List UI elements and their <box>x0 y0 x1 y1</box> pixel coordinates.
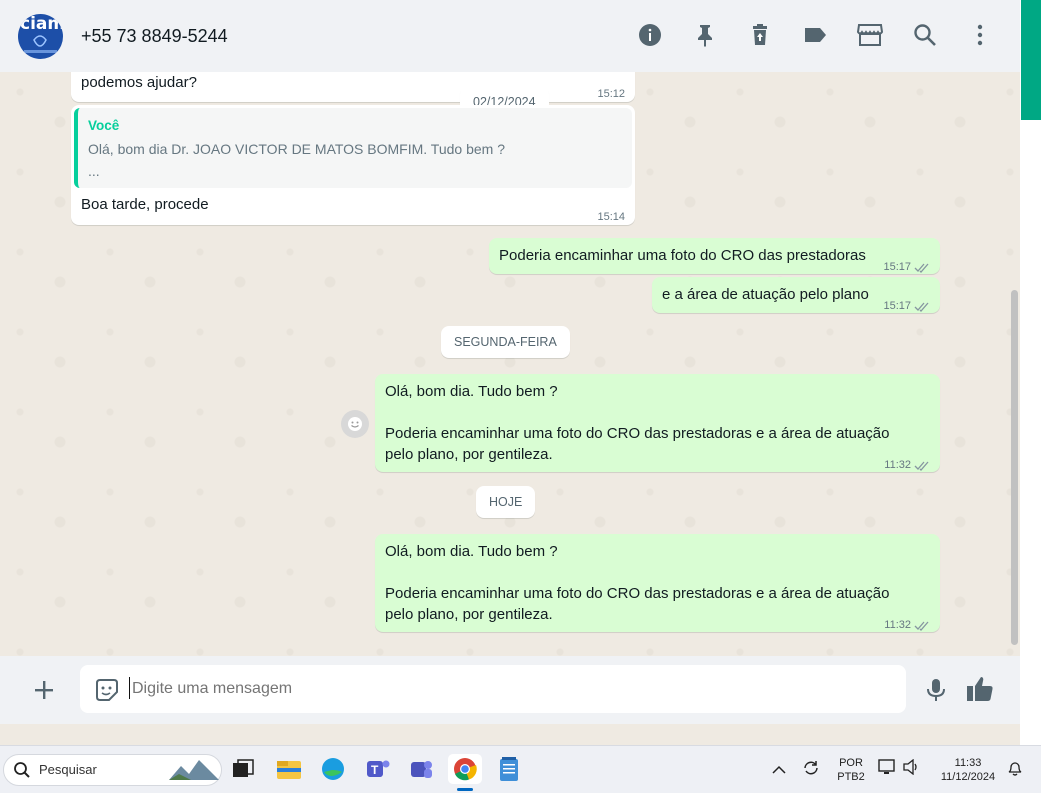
message-text-line: pelo plano, por gentileza. <box>385 606 553 623</box>
chat-scrollbar[interactable] <box>1011 290 1018 645</box>
sync-icon[interactable] <box>801 758 821 783</box>
smiley-icon <box>348 417 362 431</box>
message-text: Poderia encaminhar uma foto do CRO das p… <box>499 247 866 264</box>
message-time: 15:17 <box>883 300 911 312</box>
edge-icon[interactable] <box>318 754 348 784</box>
message-text-line: Poderia encaminhar uma foto do CRO das p… <box>385 425 890 442</box>
chrome-icon[interactable] <box>448 754 482 784</box>
mountain-highlight-icon <box>169 760 219 780</box>
thumbs-up-icon[interactable] <box>965 675 995 708</box>
date-chip: HOJE <box>476 486 536 518</box>
composer-bar <box>0 656 1020 724</box>
notification-icon[interactable] <box>1006 759 1024 782</box>
message-text: podemos ajudar? <box>81 74 197 91</box>
pin-icon[interactable] <box>692 22 718 48</box>
menu-icon[interactable] <box>967 22 993 48</box>
notepad-icon[interactable] <box>494 754 524 784</box>
windows-taskbar: Pesquisar T POR PTB2 11:33 11/12/2024 <box>0 745 1041 793</box>
contact-name[interactable]: +55 73 8849-5244 <box>81 26 228 47</box>
message-input[interactable] <box>132 675 872 703</box>
clock[interactable]: 11:33 11/12/2024 <box>934 756 1002 784</box>
microphone-icon[interactable] <box>925 677 947 708</box>
clock-date: 11/12/2024 <box>940 771 996 783</box>
emoji-reaction-button[interactable] <box>341 410 369 438</box>
active-app-indicator <box>457 788 473 791</box>
chevron-up-icon[interactable] <box>772 762 786 780</box>
read-ticks-icon <box>914 302 929 312</box>
quoted-ellipsis: ... <box>88 163 100 179</box>
incoming-message[interactable]: podemos ajudar? 15:12 <box>71 72 635 102</box>
svg-text:T: T <box>371 763 379 777</box>
outgoing-message[interactable]: e a área de atuação pelo plano 15:17 <box>652 277 940 313</box>
taskbar-search[interactable]: Pesquisar <box>3 754 222 786</box>
message-text-line: Olá, bom dia. Tudo bem ? <box>385 383 558 400</box>
search-icon <box>14 762 30 778</box>
clock-time: 11:33 <box>954 757 982 769</box>
keyboard-layout: PTB2 <box>837 771 865 783</box>
message-text: Boa tarde, procede <box>81 196 209 213</box>
message-time: 15:17 <box>883 261 911 273</box>
attach-plus-icon[interactable] <box>30 676 58 704</box>
read-ticks-icon <box>914 263 929 273</box>
avatar-logo-graphic <box>24 35 57 53</box>
network-icon[interactable] <box>878 758 896 781</box>
catalog-icon[interactable] <box>857 22 883 48</box>
chat-header: ciam +55 73 8849-5244 <box>0 0 1020 73</box>
teams-icon[interactable] <box>406 754 436 784</box>
read-ticks-icon <box>914 621 929 631</box>
conversation-panel: podemos ajudar? 15:12 02/12/2024 Você Ol… <box>0 72 1020 656</box>
message-time: 11:32 <box>884 459 911 471</box>
language-code: POR <box>839 757 863 769</box>
outgoing-message[interactable]: Poderia encaminhar uma foto do CRO das p… <box>489 238 940 274</box>
language-indicator[interactable]: POR PTB2 <box>834 756 868 784</box>
task-view-icon[interactable] <box>228 754 258 784</box>
accent-bar <box>1021 0 1041 120</box>
message-time: 11:32 <box>884 619 911 631</box>
message-text-line: Olá, bom dia. Tudo bem ? <box>385 543 558 560</box>
label-icon[interactable] <box>802 22 828 48</box>
info-icon[interactable] <box>637 22 663 48</box>
outgoing-message[interactable]: Olá, bom dia. Tudo bem ? Poderia encamin… <box>375 374 940 472</box>
search-label: Pesquisar <box>39 762 97 777</box>
window-side-strip <box>1020 0 1041 745</box>
message-text: e a área de atuação pelo plano <box>662 286 869 303</box>
read-ticks-icon <box>914 461 929 471</box>
search-icon[interactable] <box>912 22 938 48</box>
volume-icon[interactable] <box>902 758 920 780</box>
message-text-line: Poderia encaminhar uma foto do CRO das p… <box>385 585 890 602</box>
teams-work-icon[interactable]: T <box>363 754 393 784</box>
contact-avatar[interactable]: ciam <box>18 14 63 59</box>
message-text-line: pelo plano, por gentileza. <box>385 446 553 463</box>
quoted-author: Você <box>88 118 120 133</box>
delete-icon[interactable] <box>747 22 773 48</box>
outgoing-message[interactable]: Olá, bom dia. Tudo bem ? Poderia encamin… <box>375 534 940 632</box>
text-caret <box>129 677 130 699</box>
file-explorer-icon[interactable] <box>274 754 304 784</box>
quoted-message[interactable]: Você Olá, bom dia Dr. JOAO VICTOR DE MAT… <box>74 108 632 188</box>
incoming-message-reply[interactable]: Você Olá, bom dia Dr. JOAO VICTOR DE MAT… <box>71 105 635 225</box>
message-time: 15:14 <box>597 211 625 223</box>
whatsapp-window: ciam +55 73 8849-5244 podemos ajudar? 15… <box>0 0 1020 724</box>
sticker-icon[interactable] <box>94 677 120 708</box>
quoted-text: Olá, bom dia Dr. JOAO VICTOR DE MATOS BO… <box>88 141 505 157</box>
message-input-box[interactable] <box>80 665 906 713</box>
date-chip: SEGUNDA-FEIRA <box>441 326 570 358</box>
message-time: 15:12 <box>597 88 625 100</box>
